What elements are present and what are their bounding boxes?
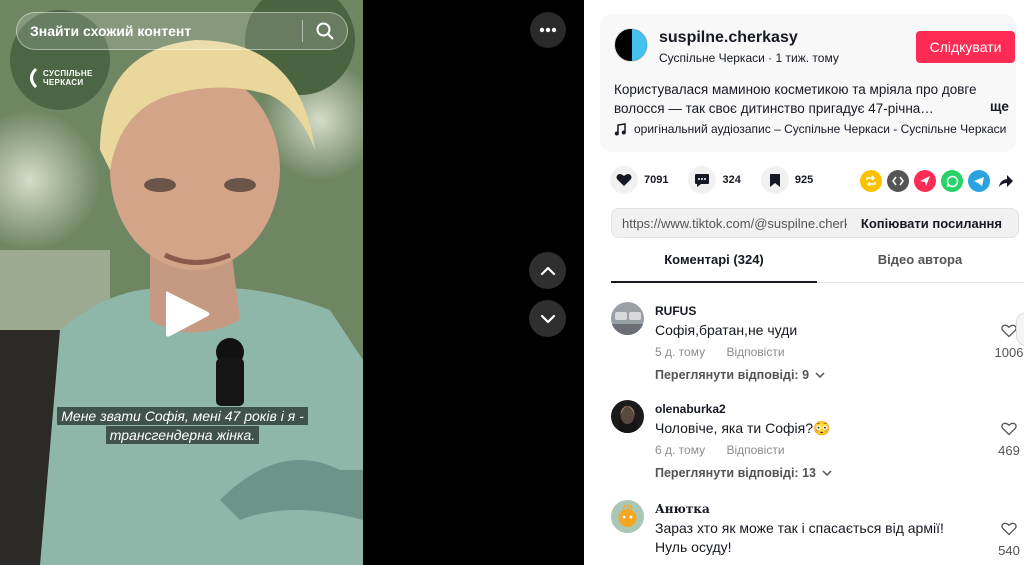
side-scroll-handle[interactable]: [1016, 312, 1024, 346]
comment-like-count: 469: [998, 443, 1020, 458]
share-arrow-icon[interactable]: [995, 170, 1017, 192]
engagement-bar: 7091 324 925: [610, 166, 833, 194]
author-card: suspilne.cherkasy Суспільне Черкаси · 1 …: [600, 14, 1016, 152]
embed-icon[interactable]: [887, 170, 909, 192]
share-url[interactable]: https://www.tiktok.com/@suspilne.cherk..…: [612, 216, 847, 231]
author-avatar[interactable]: [614, 28, 648, 62]
send-to-friends-icon[interactable]: [914, 170, 936, 192]
comment-time: 5 д. тому: [655, 345, 706, 359]
music-link[interactable]: оригінальний аудіозапис – Суспільне Черк…: [614, 122, 1006, 136]
active-tab-indicator: [611, 281, 817, 283]
save-count: 925: [794, 174, 814, 186]
like-count: 7091: [644, 174, 669, 186]
video-description: Користувалася маминою косметикою та мрія…: [614, 82, 977, 116]
chevron-up-icon: [540, 266, 555, 275]
copy-link-button[interactable]: Копіювати посилання: [847, 216, 1018, 231]
microphone: [216, 338, 244, 406]
heart-outline-icon: [1001, 522, 1017, 536]
broadcaster-logo: СУСПІЛЬНЕ ЧЕРКАСИ: [26, 68, 93, 88]
video-stage: Знайти схожий контент СУСПІЛЬНЕ ЧЕРКАСИ …: [0, 0, 584, 565]
author-subline: Суспільне Черкаси · 1 тиж. тому: [659, 51, 839, 65]
chevron-down-icon: [540, 314, 555, 323]
comment-item: Анютка Зараз хто як може так і спасаєтьс…: [611, 500, 1024, 565]
more-options-button[interactable]: [530, 12, 566, 48]
comment-like[interactable]: 469: [991, 422, 1024, 458]
comment-avatar[interactable]: [611, 302, 644, 335]
comment-meta: 5 д. тому Відповісти: [655, 345, 785, 359]
subtitle-line-2: трансгендерна жінка.: [105, 426, 260, 444]
comment-text: Софія,братан,не чуди: [655, 322, 798, 338]
tab-comments[interactable]: Коментарі (324): [611, 252, 817, 283]
repost-icon[interactable]: [860, 170, 882, 192]
save-action[interactable]: 925: [760, 166, 814, 194]
comment-like-count: 540: [998, 543, 1020, 558]
comment-avatar[interactable]: [611, 500, 644, 533]
subtitle-line-1: Мене звати Софія, мені 47 років і я -: [57, 407, 308, 425]
play-icon[interactable]: [162, 288, 212, 340]
comment-count: 324: [722, 174, 741, 186]
comment-text: Чоловіче, яка ти Софія?😳: [655, 420, 831, 436]
comment-avatar[interactable]: [611, 400, 644, 433]
search-similar-input[interactable]: Знайти схожий контент: [16, 12, 348, 50]
tab-author-videos[interactable]: Відео автора: [817, 252, 1023, 282]
heart-outline-icon: [1001, 324, 1017, 338]
comment-action[interactable]: 324: [688, 166, 741, 194]
comment-icon[interactable]: [688, 166, 717, 194]
logo-line-1: СУСПІЛЬНЕ: [43, 69, 93, 78]
logo-line-2: ЧЕРКАСИ: [43, 78, 84, 87]
view-replies-label: Переглянути відповіді: 13: [655, 466, 816, 480]
video-player[interactable]: Знайти схожий контент СУСПІЛЬНЕ ЧЕРКАСИ …: [0, 0, 363, 565]
author-display-name: Суспільне Черкаси: [659, 51, 765, 65]
music-title: оригінальний аудіозапис – Суспільне Черк…: [634, 122, 1007, 136]
details-panel: suspilne.cherkasy Суспільне Черкаси · 1 …: [584, 0, 1024, 565]
view-replies-button[interactable]: Переглянути відповіді: 9: [655, 368, 825, 382]
comment-text: Зараз хто як може так і спасається від а…: [655, 520, 944, 555]
author-username[interactable]: suspilne.cherkasy: [659, 29, 798, 47]
video-subtitle: Мене звати Софія, мені 47 років і я - тр…: [50, 407, 315, 445]
panel-tabs: Коментарі (324) Відео автора: [611, 252, 1024, 283]
comment-username[interactable]: Анютка: [655, 502, 710, 516]
suspilne-logo-icon: [30, 68, 38, 88]
tab-comments-label: Коментарі (324): [664, 252, 764, 267]
chevron-down-icon: [815, 372, 825, 378]
comment-like[interactable]: 540: [991, 522, 1024, 558]
telegram-icon[interactable]: [968, 170, 990, 192]
share-icons: [860, 170, 1017, 192]
heart-outline-icon: [1001, 422, 1017, 436]
comment-username[interactable]: olenaburka2: [655, 402, 726, 416]
search-icon[interactable]: [303, 12, 347, 50]
follow-button[interactable]: Слідкувати: [916, 31, 1015, 63]
view-replies-button[interactable]: Переглянути відповіді: 13: [655, 466, 832, 480]
search-similar-placeholder: Знайти схожий контент: [30, 23, 192, 39]
post-time: 1 тиж. тому: [775, 51, 839, 65]
comment-item: RUFUS Софія,братан,не чуди 5 д. тому Від…: [611, 302, 1024, 392]
like-action[interactable]: 7091: [610, 166, 668, 194]
more-dots-icon: [539, 27, 557, 33]
tab-author-videos-label: Відео автора: [877, 252, 963, 267]
previous-video-button[interactable]: [529, 252, 566, 289]
comment-time: 6 д. тому: [655, 443, 706, 457]
reply-button[interactable]: Відповісти: [726, 345, 784, 359]
bookmark-icon[interactable]: [760, 166, 789, 194]
music-note-icon: [614, 122, 626, 135]
view-replies-label: Переглянути відповіді: 9: [655, 368, 810, 382]
description-more-link[interactable]: ще: [990, 99, 1009, 114]
chevron-down-icon: [822, 470, 832, 476]
comment-like-count: 1006: [994, 345, 1024, 360]
heart-icon[interactable]: [610, 166, 638, 194]
reply-button[interactable]: Відповісти: [726, 443, 784, 457]
comment-username[interactable]: RUFUS: [655, 304, 696, 318]
comment-item: olenaburka2 Чоловіче, яка ти Софія?😳 6 д…: [611, 400, 1024, 490]
whatsapp-icon[interactable]: [941, 170, 963, 192]
comment-meta: 6 д. тому Відповісти: [655, 443, 785, 457]
next-video-button[interactable]: [529, 300, 566, 337]
share-link-box: https://www.tiktok.com/@suspilne.cherk..…: [611, 208, 1019, 238]
